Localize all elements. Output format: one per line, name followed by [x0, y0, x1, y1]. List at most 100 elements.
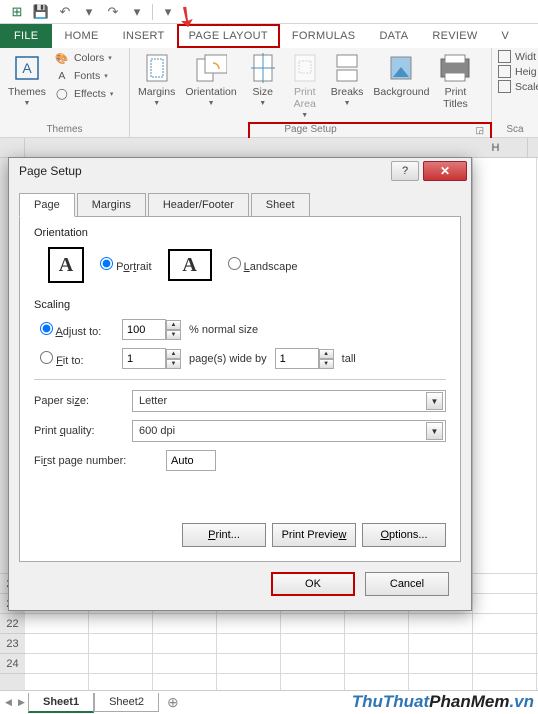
excel-icon[interactable]: ⊞: [6, 2, 28, 22]
print-preview-button[interactable]: Print Preview: [272, 523, 356, 547]
svg-text:A: A: [22, 60, 32, 76]
new-sheet-button[interactable]: ⊕: [159, 694, 187, 711]
dlg-tab-headerfooter[interactable]: Header/Footer: [148, 193, 249, 217]
adjust-to-spinner[interactable]: ▲▼: [122, 319, 181, 340]
scaling-section-label: Scaling: [34, 299, 446, 311]
size-button[interactable]: Size▼: [245, 50, 281, 109]
margins-icon: [141, 52, 173, 84]
sheet-tab-1[interactable]: Sheet1: [28, 693, 94, 713]
spin-up-icon[interactable]: ▲: [166, 349, 181, 359]
print-quality-dropdown[interactable]: 600 dpi ▼: [132, 420, 446, 442]
group-themes: A Themes ▼ 🎨Colors▾ AFonts▾ ◯Effects▾ Th…: [0, 48, 130, 137]
breaks-button[interactable]: Breaks▼: [329, 50, 366, 109]
column-headers: H: [0, 138, 538, 158]
height-icon: [498, 65, 511, 78]
group-label-page-setup: Page Setup◲: [136, 122, 485, 137]
width-label: Widt: [515, 51, 536, 63]
undo-more-icon[interactable]: ▾: [78, 2, 100, 22]
fit-suffix-label: tall: [342, 353, 356, 365]
paper-size-dropdown[interactable]: Letter▼: [132, 390, 446, 412]
tab-formulas[interactable]: FORMULAS: [280, 24, 368, 48]
tab-insert[interactable]: INSERT: [111, 24, 177, 48]
print-titles-label: Print Titles: [443, 86, 468, 110]
spin-down-icon[interactable]: ▼: [166, 330, 181, 340]
options-button[interactable]: Options...: [362, 523, 446, 547]
colors-button[interactable]: 🎨Colors▾: [54, 50, 113, 66]
spin-up-icon[interactable]: ▲: [319, 349, 334, 359]
separator: [34, 379, 446, 380]
dialog-title: Page Setup: [19, 164, 82, 178]
sheet-nav-prev-icon[interactable]: ◀: [2, 694, 15, 712]
page-setup-dialog: Page Setup ? ✕ Page Margins Header/Foote…: [8, 157, 472, 611]
dlg-tab-sheet[interactable]: Sheet: [251, 193, 310, 217]
help-button[interactable]: ?: [391, 161, 419, 181]
fit-tall-spinner[interactable]: ▲▼: [275, 348, 334, 369]
chevron-down-icon: ▼: [24, 100, 31, 107]
cancel-button[interactable]: Cancel: [365, 572, 449, 596]
effects-button[interactable]: ◯Effects▾: [54, 86, 113, 102]
row-header[interactable]: 24: [0, 654, 25, 674]
page-setup-launcher-icon[interactable]: ◲: [475, 125, 484, 136]
redo-more-icon[interactable]: ▾: [126, 2, 148, 22]
orientation-section-label: Orientation: [34, 227, 446, 239]
width-icon: [498, 50, 511, 63]
row-header[interactable]: 23: [0, 634, 25, 654]
group-label-themes: Themes: [6, 122, 123, 137]
dlg-tab-margins[interactable]: Margins: [77, 193, 146, 217]
landscape-radio[interactable]: Landscape: [228, 257, 298, 273]
close-button[interactable]: ✕: [423, 161, 467, 181]
portrait-icon: A: [48, 247, 84, 283]
sheet-tab-2[interactable]: Sheet2: [94, 693, 159, 712]
print-quality-value: 600 dpi: [139, 425, 175, 437]
dlg-tab-page[interactable]: Page: [19, 193, 75, 217]
fit-wide-input[interactable]: [122, 348, 166, 369]
portrait-radio[interactable]: Portrait: [100, 257, 152, 273]
fonts-button[interactable]: AFonts▾: [54, 68, 113, 84]
tab-review[interactable]: REVIEW: [420, 24, 489, 48]
print-area-button[interactable]: Print Area▼: [287, 50, 323, 121]
print-titles-button[interactable]: Print Titles: [437, 50, 473, 112]
watermark: ThuThuatPhanMem.vn: [352, 692, 534, 712]
spin-down-icon[interactable]: ▼: [166, 359, 181, 369]
orientation-label: Orientation: [185, 86, 236, 98]
themes-button[interactable]: A Themes ▼: [6, 50, 48, 109]
column-header-h[interactable]: H: [464, 138, 528, 157]
ribbon: A Themes ▼ 🎨Colors▾ AFonts▾ ◯Effects▾ Th…: [0, 48, 538, 138]
redo-icon[interactable]: ↷: [102, 2, 124, 22]
row-header[interactable]: 22: [0, 614, 25, 634]
spin-up-icon[interactable]: ▲: [166, 320, 181, 330]
ribbon-tabs: FILE HOME INSERT PAGE LAYOUT FORMULAS DA…: [0, 24, 538, 48]
undo-icon[interactable]: ↶: [54, 2, 76, 22]
adjust-to-radio[interactable]: Adjust to:: [40, 322, 114, 338]
background-button[interactable]: Background: [371, 50, 431, 100]
size-label: Size: [253, 86, 273, 98]
sheet-nav-next-icon[interactable]: ▶: [15, 694, 28, 712]
adjust-to-suffix: % normal size: [189, 324, 258, 336]
separator: [152, 4, 153, 20]
fit-tall-input[interactable]: [275, 348, 319, 369]
print-titles-icon: [439, 52, 471, 84]
fonts-label: Fonts: [74, 70, 100, 82]
tab-home[interactable]: HOME: [52, 24, 110, 48]
save-icon[interactable]: 💾: [30, 2, 52, 22]
scale-row[interactable]: Scale: [498, 80, 538, 93]
spin-down-icon[interactable]: ▼: [319, 359, 334, 369]
adjust-to-input[interactable]: [122, 319, 166, 340]
orientation-icon: [195, 52, 227, 84]
background-label: Background: [373, 86, 429, 98]
chevron-down-icon[interactable]: ▼: [426, 392, 443, 410]
fit-wide-spinner[interactable]: ▲▼: [122, 348, 181, 369]
margins-button[interactable]: Margins▼: [136, 50, 177, 109]
ok-button[interactable]: OK: [271, 572, 355, 596]
tab-view[interactable]: V: [490, 24, 522, 48]
fit-to-radio[interactable]: Fit to:: [40, 351, 114, 367]
chevron-down-icon[interactable]: ▼: [426, 422, 443, 440]
width-row[interactable]: Widt: [498, 50, 538, 63]
first-page-input[interactable]: [166, 450, 216, 471]
height-row[interactable]: Heig: [498, 65, 538, 78]
tab-data[interactable]: DATA: [367, 24, 420, 48]
fit-mid-label: page(s) wide by: [189, 353, 267, 365]
print-button[interactable]: Print...: [182, 523, 266, 547]
orientation-button[interactable]: Orientation▼: [183, 50, 238, 109]
tab-file[interactable]: FILE: [0, 24, 52, 48]
